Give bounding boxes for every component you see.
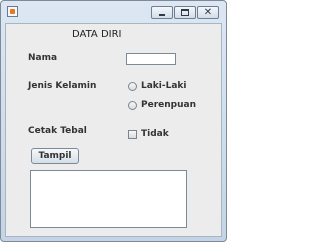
form-title: DATA DIRI — [72, 29, 122, 40]
radio-laki-laki[interactable]: Laki-Laki — [128, 80, 187, 92]
radio-perempuan-label[interactable]: Perenpuan — [141, 100, 196, 110]
close-icon: ✕ — [203, 7, 213, 18]
jenis-kelamin-label: Jenis Kelamin — [28, 81, 97, 91]
maximize-button[interactable] — [174, 6, 196, 19]
minimize-icon — [159, 14, 165, 16]
title-bar[interactable]: ✕ — [1, 1, 226, 23]
radio-button-icon[interactable] — [128, 100, 137, 110]
minimize-button[interactable] — [151, 6, 173, 19]
checkbox-tidak[interactable]: Tidak — [128, 128, 169, 140]
radio-button-icon[interactable] — [128, 81, 137, 91]
app-window: ✕ DATA DIRI Nama Jenis Kelamin Laki-Laki… — [0, 0, 227, 242]
java-coffee-icon — [7, 6, 18, 17]
checkbox-icon[interactable] — [128, 129, 137, 139]
nama-input[interactable] — [126, 53, 176, 65]
form-panel: DATA DIRI Nama Jenis Kelamin Laki-Laki P… — [5, 23, 222, 237]
checkbox-tidak-label[interactable]: Tidak — [141, 129, 169, 139]
cetak-tebal-label: Cetak Tebal — [28, 126, 87, 136]
radio-laki-laki-label[interactable]: Laki-Laki — [141, 81, 187, 91]
nama-label: Nama — [28, 53, 58, 63]
close-button[interactable]: ✕ — [197, 6, 219, 19]
radio-perempuan[interactable]: Perenpuan — [128, 99, 196, 111]
tampil-button[interactable]: Tampil — [31, 148, 79, 164]
maximize-icon — [181, 9, 189, 16]
output-text-area[interactable] — [30, 170, 187, 228]
